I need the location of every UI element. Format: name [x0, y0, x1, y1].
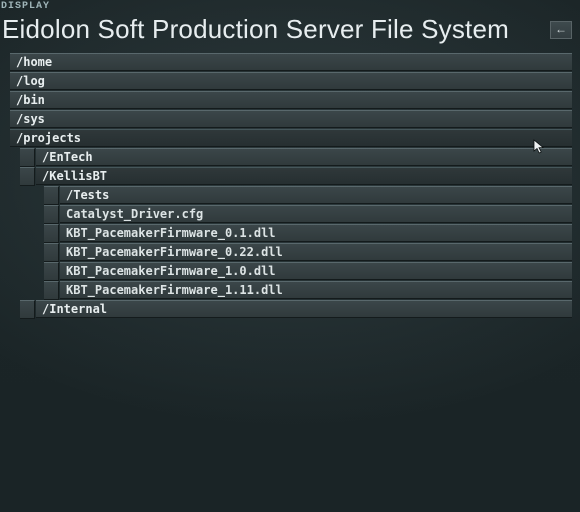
- folder-row[interactable]: /EnTech: [36, 148, 572, 166]
- tree-branch-stub: [44, 262, 59, 281]
- file-label: Catalyst_Driver.cfg: [60, 207, 203, 221]
- tree-branch-stub: [20, 148, 35, 167]
- folder-label: /sys: [10, 112, 45, 126]
- tree-branch-stub: [44, 186, 59, 205]
- folder-row[interactable]: /home: [10, 53, 572, 71]
- page-title: Eidolon Soft Production Server File Syst…: [2, 14, 550, 45]
- folder-row[interactable]: /Internal: [36, 300, 572, 318]
- folder-label: /log: [10, 74, 45, 88]
- tree-branch-stub: [44, 243, 59, 262]
- back-button[interactable]: ←: [550, 21, 572, 39]
- display-label: DISPLAY: [1, 1, 50, 12]
- file-tree: /home/log/bin/sys/projects/EnTech/Kellis…: [0, 49, 578, 318]
- file-row[interactable]: KBT_PacemakerFirmware_1.0.dll: [60, 262, 572, 280]
- file-row[interactable]: KBT_PacemakerFirmware_0.22.dll: [60, 243, 572, 261]
- tree-branch-stub: [20, 167, 35, 186]
- file-label: KBT_PacemakerFirmware_1.0.dll: [60, 264, 276, 278]
- tree-branch-stub: [20, 300, 35, 319]
- folder-label: /home: [10, 55, 52, 69]
- folder-label: /KellisBT: [36, 169, 107, 183]
- folder-row[interactable]: /sys: [10, 110, 572, 128]
- tree-branch-stub: [44, 205, 59, 224]
- file-label: KBT_PacemakerFirmware_0.1.dll: [60, 226, 276, 240]
- tree-branch-stub: [44, 224, 59, 243]
- file-row[interactable]: Catalyst_Driver.cfg: [60, 205, 572, 223]
- file-row[interactable]: KBT_PacemakerFirmware_0.1.dll: [60, 224, 572, 242]
- folder-label: /Internal: [36, 302, 107, 316]
- folder-row[interactable]: /log: [10, 72, 572, 90]
- folder-row[interactable]: /Tests: [60, 186, 572, 204]
- back-arrow-icon: ←: [555, 22, 567, 36]
- window-header: Eidolon Soft Production Server File Syst…: [0, 14, 578, 49]
- file-label: KBT_PacemakerFirmware_1.11.dll: [60, 283, 283, 297]
- folder-row[interactable]: /projects: [10, 129, 572, 147]
- file-system-window: Eidolon Soft Production Server File Syst…: [0, 14, 578, 510]
- folder-row[interactable]: /bin: [10, 91, 572, 109]
- file-label: KBT_PacemakerFirmware_0.22.dll: [60, 245, 283, 259]
- folder-label: /EnTech: [36, 150, 93, 164]
- tree-branch-stub: [44, 281, 59, 300]
- folder-row[interactable]: /KellisBT: [36, 167, 572, 185]
- folder-label: /Tests: [60, 188, 109, 202]
- folder-label: /projects: [10, 131, 81, 145]
- folder-label: /bin: [10, 93, 45, 107]
- file-row[interactable]: KBT_PacemakerFirmware_1.11.dll: [60, 281, 572, 299]
